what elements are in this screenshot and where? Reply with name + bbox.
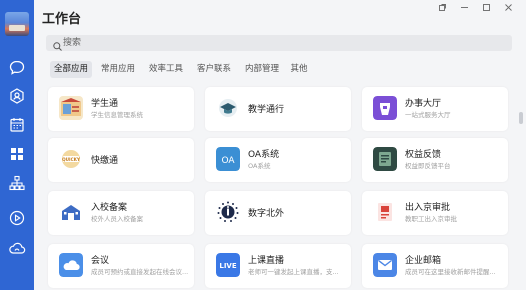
app-name: 上课直播: [248, 256, 285, 266]
app-card-travel-approval[interactable]: 出入京审批 教职工出入京审批: [362, 191, 508, 235]
app-desc: OA系统: [248, 162, 271, 170]
search-icon: [52, 37, 63, 51]
digital-bfsu-icon: [216, 200, 240, 224]
feedback-icon: [373, 147, 397, 171]
tab-all-apps[interactable]: 全部应用: [50, 61, 92, 78]
close-icon[interactable]: [504, 3, 513, 14]
app-card-service-hall[interactable]: 办事大厅 一站式服务大厅: [362, 87, 508, 131]
avatar[interactable]: [5, 12, 29, 36]
campus-entry-icon: [59, 200, 83, 224]
app-desc: 成员可预约或直接发起在线会议...: [91, 268, 189, 276]
app-card-digital-bfsu[interactable]: 数字北外: [205, 191, 351, 235]
app-name: 会议: [91, 256, 110, 266]
app-name: 快缴通: [91, 156, 119, 166]
service-hall-icon: [373, 96, 397, 120]
app-name: 企业邮箱: [405, 256, 442, 266]
app-name: 办事大厅: [405, 99, 442, 109]
app-desc: 老师可一键发起上课直播，支...: [248, 268, 339, 276]
maximize-icon[interactable]: [482, 3, 491, 14]
travel-approval-icon: [373, 200, 397, 224]
cloud-drive-icon[interactable]: [7, 238, 27, 258]
svg-text:OA: OA: [221, 156, 235, 166]
search-placeholder: 搜索: [63, 38, 82, 48]
app-name: 学生通: [91, 99, 119, 109]
app-desc: 成员可在这里接收新邮件提醒...: [405, 268, 496, 276]
calendar-icon[interactable]: [7, 115, 27, 135]
app-desc: 学生信息管理系统: [91, 111, 143, 119]
app-card-meeting[interactable]: 会议 成员可预约或直接发起在线会议...: [48, 244, 194, 288]
app-name: 出入京审批: [405, 203, 451, 213]
app-name: OA系统: [248, 150, 280, 160]
app-name: 入校备案: [91, 203, 128, 213]
page-title: 工作台: [42, 12, 82, 27]
app-card-mail[interactable]: 企业邮箱 成员可在这里接收新邮件提醒...: [362, 244, 508, 288]
tab-efficiency-tools[interactable]: 效率工具: [145, 61, 187, 78]
svg-text:LIVE: LIVE: [219, 262, 236, 270]
app-name: 教学通行: [248, 105, 285, 115]
app-card-feedback[interactable]: 权益反馈 权益即反馈平台: [362, 138, 508, 182]
workbench-icon[interactable]: [7, 144, 27, 164]
search-input[interactable]: 搜索: [46, 35, 512, 51]
app-card-oa[interactable]: OA OA系统 OA系统: [205, 138, 351, 182]
app-card-quick-pay[interactable]: QUICKY 快缴通: [48, 138, 194, 182]
tab-common-apps[interactable]: 常用应用: [97, 61, 139, 78]
live-icon: LIVE: [216, 253, 240, 277]
graduation-cap-icon: [216, 96, 240, 120]
tab-internal-management[interactable]: 内部管理: [241, 61, 283, 78]
app-card-campus-entry[interactable]: 入校备案 校外人员入校备案: [48, 191, 194, 235]
org-chart-icon[interactable]: [7, 173, 27, 193]
tab-other[interactable]: 其他: [286, 61, 312, 78]
app-name: 数字北外: [248, 209, 285, 219]
oa-icon: OA: [216, 147, 240, 171]
contacts-icon[interactable]: [7, 86, 27, 106]
app-desc: 权益即反馈平台: [405, 162, 451, 170]
app-desc: 校外人员入校备案: [91, 215, 143, 223]
app-name: 权益反馈: [405, 150, 442, 160]
student-icon: [59, 96, 83, 120]
scroll-track[interactable]: [517, 0, 526, 290]
minimize-icon[interactable]: [460, 3, 469, 14]
tab-customer-contact[interactable]: 客户联系: [193, 61, 235, 78]
message-icon[interactable]: [7, 58, 27, 78]
app-card-live[interactable]: LIVE 上课直播 老师可一键发起上课直播，支...: [205, 244, 351, 288]
app-card-teaching-pass[interactable]: 教学通行: [205, 87, 351, 131]
app-desc: 一站式服务大厅: [405, 111, 451, 119]
cloud-meeting-icon: [59, 253, 83, 277]
app-card-student[interactable]: 学生通 学生信息管理系统: [48, 87, 194, 131]
app-desc: 教职工出入京审批: [405, 215, 457, 223]
play-icon[interactable]: [7, 208, 27, 228]
scrollbar-thumb[interactable]: [519, 112, 523, 124]
pin-window-icon[interactable]: [438, 3, 447, 14]
mail-icon: [373, 253, 397, 277]
quick-pay-icon: QUICKY: [59, 147, 83, 171]
svg-text:QUICKY: QUICKY: [62, 157, 81, 162]
